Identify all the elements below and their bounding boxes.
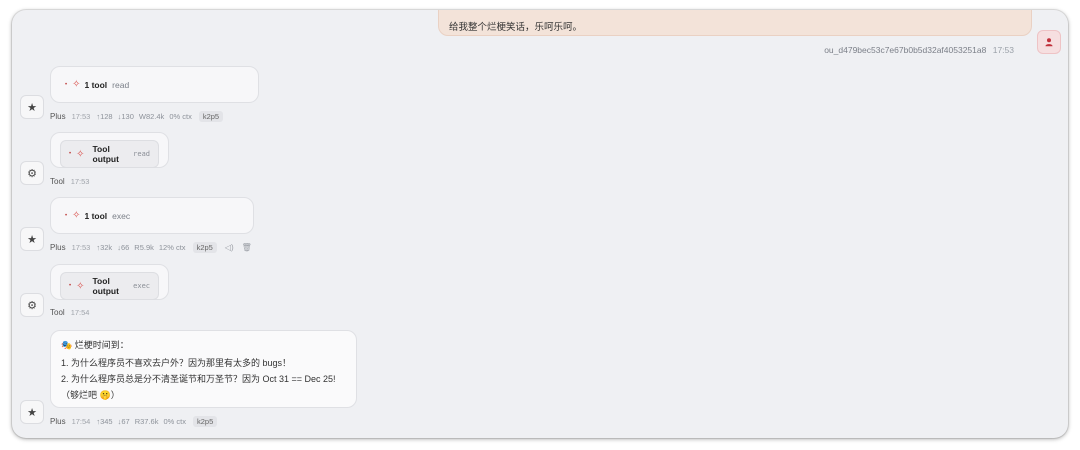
message-meta: Tool 17:53: [50, 177, 95, 186]
model-badge: k2p5: [198, 111, 224, 122]
model-badge: k2p5: [192, 242, 217, 253]
tool-output-label: Tool output: [92, 144, 119, 164]
bullet-icon: •: [69, 283, 72, 289]
assistant-avatar: ★: [20, 400, 44, 424]
tool-name: exec: [112, 210, 131, 221]
stat-ctx: 12% ctx: [158, 243, 186, 252]
tool-output-pill[interactable]: • ✧ Tool output exec: [60, 272, 159, 300]
assistant-avatar: ★: [20, 95, 44, 119]
stat-down: ↓130: [117, 112, 134, 121]
message-meta: Plus 17:53 ↑32k ↓66 R5.9k 12% ctx k2p5 ◁…: [50, 242, 252, 253]
gear-icon: ⚙: [27, 167, 37, 180]
star-icon: ★: [27, 101, 37, 114]
user-message-text: 给我整个烂梗笑话，乐呵乐呵。: [449, 22, 583, 33]
stat-ctx: 0% ctx: [169, 112, 192, 121]
message-author: Tool: [50, 177, 65, 186]
user-message-meta: ou_d479bec53c7e67b0b5d32af4053251a8 17:5…: [824, 45, 1014, 55]
stat-down: ↓67: [117, 417, 130, 426]
message-time: 17:53: [70, 177, 90, 186]
stat-ctx: 0% ctx: [163, 417, 186, 426]
tool-output-label: Tool output: [92, 276, 119, 296]
model-badge: k2p5: [192, 416, 218, 427]
tool-name: read: [112, 79, 130, 90]
stat-cache: W82.4k: [138, 112, 165, 121]
message-line: 2. 为什么程序员总是分不清圣诞节和万圣节？因为 Oct 31 == Dec 2…: [61, 374, 336, 384]
bullet-icon: •: [69, 151, 72, 157]
message-meta: Plus 17:54 ↑345 ↓67 R37.6k 0% ctx k2p5: [50, 416, 218, 427]
gear-icon: ⚙: [27, 299, 37, 312]
spark-icon: ✧: [76, 280, 85, 292]
message-line: （够烂吧 🤫）: [61, 390, 120, 400]
person-icon: [1045, 38, 1053, 47]
heading-text: 烂梗时间到：: [74, 340, 129, 350]
stat-down: ↓66: [117, 243, 130, 252]
tool-output-pill[interactable]: • ✧ Tool output read: [60, 140, 159, 168]
message-meta: Plus 17:53 ↑128 ↓130 W82.4k 0% ctx k2p5: [50, 111, 224, 122]
spark-icon: ✧: [76, 148, 85, 160]
assistant-tool-card[interactable]: • ✧ 1 tool exec: [50, 197, 254, 234]
sender-id: ou_d479bec53c7e67b0b5d32af4053251a8: [824, 45, 987, 55]
stat-up: ↑32k: [96, 243, 113, 252]
assistant-message-card: 🎭 烂梗时间到： 1. 为什么程序员不喜欢去户外？因为那里有太多的 bugs！ …: [50, 330, 357, 408]
stat-up: ↑128: [96, 112, 113, 121]
flag-emoji-icon: 🎭: [61, 340, 73, 350]
spark-icon: ✧: [72, 210, 81, 221]
assistant-tool-card[interactable]: • ✧ 1 tool read: [50, 66, 259, 103]
message-author: Plus: [50, 112, 66, 121]
tool-count: 1 tool: [84, 79, 108, 90]
tool-avatar: ⚙: [20, 293, 44, 317]
stat-up: ↑345: [96, 417, 113, 426]
stat-cache: R37.6k: [134, 417, 159, 426]
trash-icon[interactable]: 🗑: [242, 243, 252, 252]
message-heading: 🎭 烂梗时间到：: [61, 338, 346, 352]
stat-cache: R5.9k: [134, 243, 154, 252]
user-message-time: 17:53: [992, 45, 1014, 55]
assistant-avatar: ★: [20, 227, 44, 251]
spark-icon: ✧: [72, 79, 81, 90]
message-author: Plus: [50, 417, 66, 426]
speaker-icon[interactable]: ◁): [225, 243, 234, 252]
message-author: Plus: [50, 243, 66, 252]
tool-avatar: ⚙: [20, 161, 44, 185]
tool-summary[interactable]: • ✧ 1 tool read: [65, 79, 244, 90]
bullet-icon: •: [65, 212, 68, 219]
tool-output-code: exec: [133, 282, 150, 290]
message-author: Tool: [50, 308, 65, 317]
chat-window: 给我整个烂梗笑话，乐呵乐呵。 ou_d479bec53c7e67b0b5d32a…: [12, 10, 1068, 438]
message-time: 17:54: [71, 417, 91, 426]
tool-count: 1 tool: [84, 210, 108, 221]
message-meta: Tool 17:54: [50, 308, 95, 317]
user-avatar[interactable]: [1037, 30, 1061, 54]
star-icon: ★: [27, 406, 37, 419]
tool-output-card[interactable]: • ✧ Tool output read: [50, 132, 169, 168]
tool-output-code: read: [133, 150, 150, 158]
message-time: 17:54: [70, 308, 90, 317]
message-time: 17:53: [71, 243, 91, 252]
star-icon: ★: [27, 233, 37, 246]
tool-output-card[interactable]: • ✧ Tool output exec: [50, 264, 169, 300]
tool-summary[interactable]: • ✧ 1 tool exec: [65, 210, 239, 221]
user-message-bubble: 给我整个烂梗笑话，乐呵乐呵。: [438, 10, 1032, 36]
message-line: 1. 为什么程序员不喜欢去户外？因为那里有太多的 bugs！: [61, 358, 292, 368]
bullet-icon: •: [65, 81, 68, 88]
message-time: 17:53: [71, 112, 91, 121]
